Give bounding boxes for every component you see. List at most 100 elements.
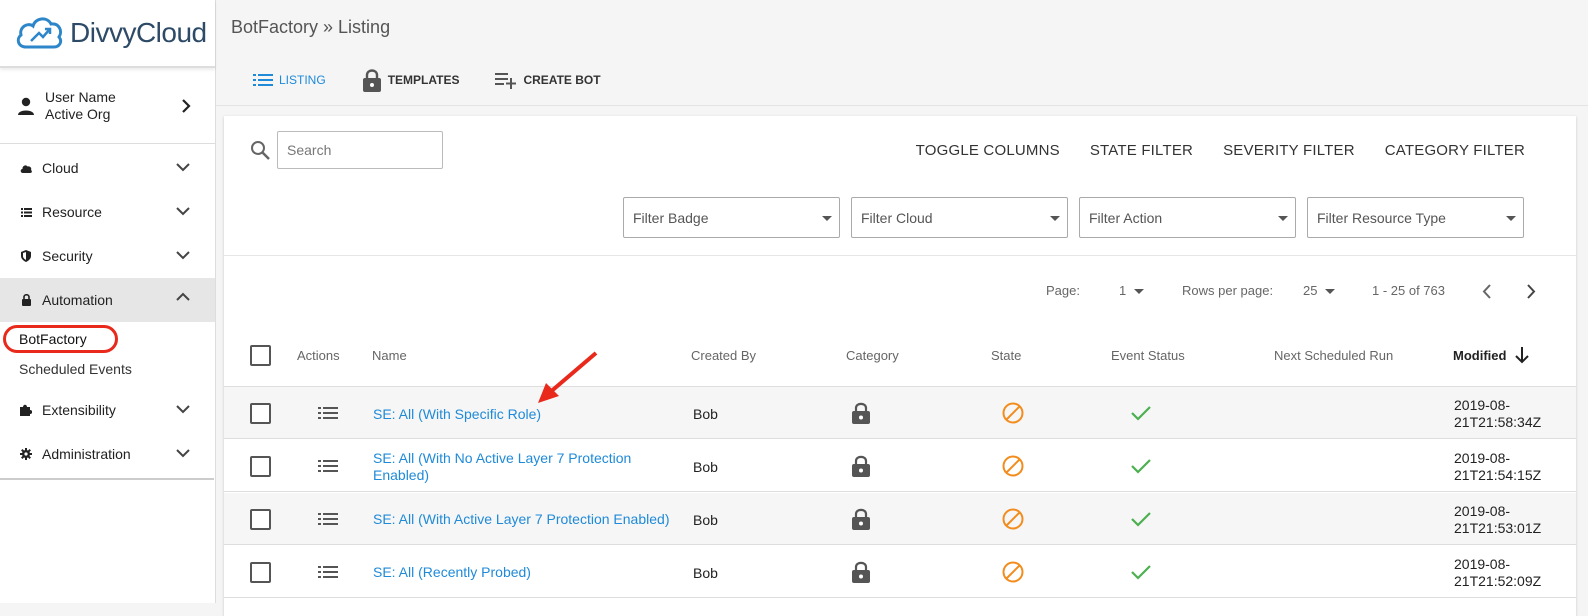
category-filter-button[interactable]: CATEGORY FILTER bbox=[1385, 142, 1525, 159]
created-by: Bob bbox=[693, 406, 718, 422]
user-name: User Name bbox=[45, 88, 116, 105]
rows-per-page-select[interactable]: 25 bbox=[1303, 283, 1336, 298]
bot-name-link[interactable]: SE: All (Recently Probed) bbox=[373, 564, 673, 581]
playlist-add-icon bbox=[495, 73, 517, 89]
lock-icon bbox=[852, 402, 870, 424]
filter-cloud-select[interactable]: Filter Cloud bbox=[851, 197, 1068, 238]
search-input[interactable] bbox=[277, 131, 443, 169]
arrow-down-icon[interactable] bbox=[1514, 346, 1530, 364]
caret-down-icon bbox=[1278, 216, 1288, 221]
caret-down-icon bbox=[1506, 216, 1516, 221]
caret-down-icon bbox=[1050, 216, 1060, 221]
modified-date-part: 2019-08- bbox=[1454, 503, 1511, 519]
chevron-right-icon[interactable] bbox=[181, 98, 191, 114]
row-checkbox[interactable] bbox=[250, 403, 271, 424]
modified-time-part: 21T21:54:15Z bbox=[1454, 467, 1542, 483]
list-icon bbox=[20, 206, 32, 218]
check-icon bbox=[1131, 406, 1151, 421]
table-row[interactable]: SE: All (Recently Probed) Bob 2019-08- 21… bbox=[224, 546, 1576, 598]
cloud-logo-icon bbox=[16, 17, 63, 49]
bot-name-link[interactable]: SE: All (With Specific Role) bbox=[373, 406, 643, 423]
tab-templates[interactable]: TEMPLATES bbox=[362, 68, 459, 92]
sidebar-item-resource[interactable]: Resource bbox=[0, 190, 215, 234]
column-header-modified[interactable]: Modified bbox=[1453, 348, 1506, 363]
column-header-event-status[interactable]: Event Status bbox=[1111, 348, 1185, 363]
row-checkbox[interactable] bbox=[250, 456, 271, 477]
table-row[interactable]: SE: All (With Active Layer 7 Protection … bbox=[224, 493, 1576, 545]
actions-menu-icon[interactable] bbox=[318, 406, 338, 420]
tab-listing[interactable]: LISTING bbox=[253, 73, 326, 87]
chevron-right-icon[interactable] bbox=[1526, 284, 1536, 299]
filter-label: Filter Action bbox=[1089, 209, 1163, 226]
breadcrumb: BotFactory » Listing bbox=[231, 17, 391, 37]
chevron-down-icon bbox=[176, 251, 190, 260]
toggle-columns-button[interactable]: TOGGLE COLUMNS bbox=[916, 142, 1060, 159]
row-checkbox[interactable] bbox=[250, 562, 271, 583]
state-disabled-icon bbox=[1002, 508, 1024, 530]
filter-badge-select[interactable]: Filter Badge bbox=[623, 197, 840, 238]
tab-create-bot[interactable]: CREATE BOT bbox=[495, 71, 601, 89]
page-label: Page: bbox=[1046, 283, 1080, 298]
column-header-state[interactable]: State bbox=[991, 348, 1021, 363]
sidebar-subitem-scheduled-events[interactable]: Scheduled Events bbox=[0, 354, 215, 384]
table-row[interactable]: SE: All (With Specific Role) Bob 2019-08… bbox=[224, 387, 1576, 439]
severity-filter-button[interactable]: SEVERITY FILTER bbox=[1223, 142, 1355, 159]
filter-resource-type-select[interactable]: Filter Resource Type bbox=[1307, 197, 1524, 238]
modified-date-part: 2019-08- bbox=[1454, 556, 1511, 572]
sidebar-subitem-label: BotFactory bbox=[19, 331, 87, 347]
sidebar-item-label: Automation bbox=[42, 292, 113, 308]
modified-time-part: 21T21:52:09Z bbox=[1454, 573, 1542, 589]
actions-menu-icon[interactable] bbox=[318, 512, 338, 526]
page-value: 1 bbox=[1119, 283, 1127, 298]
user-menu[interactable]: User Name Active Org bbox=[0, 68, 215, 144]
modified-date: 2019-08- 21T21:54:15Z bbox=[1454, 450, 1541, 484]
sidebar-item-extensibility[interactable]: Extensibility bbox=[0, 388, 215, 432]
sidebar-item-automation[interactable]: Automation bbox=[0, 278, 215, 322]
logo-text: DivvyCloud bbox=[70, 17, 207, 48]
row-checkbox[interactable] bbox=[250, 509, 271, 530]
sidebar-subitem-label: Scheduled Events bbox=[19, 361, 132, 377]
page-select[interactable]: 1 bbox=[1119, 283, 1145, 298]
select-all-checkbox[interactable] bbox=[250, 345, 271, 366]
actions-menu-icon[interactable] bbox=[318, 459, 338, 473]
bot-name-link[interactable]: SE: All (With No Active Layer 7 Protecti… bbox=[373, 450, 643, 484]
sidebar-subitem-botfactory[interactable]: BotFactory bbox=[0, 324, 215, 354]
caret-down-icon bbox=[822, 216, 832, 221]
chevron-up-icon bbox=[176, 292, 190, 301]
sidebar-item-administration[interactable]: Administration bbox=[0, 432, 215, 476]
column-header-created-by[interactable]: Created By bbox=[691, 348, 756, 363]
state-filter-button[interactable]: STATE FILTER bbox=[1090, 142, 1193, 159]
filter-label: Filter Resource Type bbox=[1317, 209, 1446, 226]
chevron-down-icon bbox=[176, 207, 190, 216]
created-by: Bob bbox=[693, 565, 718, 581]
bot-name-link[interactable]: SE: All (With Active Layer 7 Protection … bbox=[373, 511, 673, 528]
divider bbox=[216, 105, 1588, 106]
sidebar-item-label: Cloud bbox=[42, 160, 79, 176]
logo[interactable]: DivvyCloud bbox=[0, 0, 215, 68]
sidebar-item-security[interactable]: Security bbox=[0, 234, 215, 278]
check-icon bbox=[1131, 512, 1151, 527]
table-row[interactable]: SE: All (With No Active Layer 7 Protecti… bbox=[224, 440, 1576, 492]
page-range: 1 - 25 of 763 bbox=[1372, 283, 1445, 298]
modified-date-part: 2019-08- bbox=[1454, 450, 1511, 466]
column-header-next-scheduled-run[interactable]: Next Scheduled Run bbox=[1274, 348, 1393, 363]
sidebar-item-cloud[interactable]: Cloud bbox=[0, 146, 215, 190]
toolbar-actions: TOGGLE COLUMNS STATE FILTER SEVERITY FIL… bbox=[886, 142, 1525, 159]
column-header-name[interactable]: Name bbox=[372, 348, 407, 363]
chevron-left-icon[interactable] bbox=[1482, 284, 1492, 299]
filter-action-select[interactable]: Filter Action bbox=[1079, 197, 1296, 238]
search-icon bbox=[251, 141, 270, 160]
column-header-category[interactable]: Category bbox=[846, 348, 899, 363]
state-disabled-icon bbox=[1002, 455, 1024, 477]
actions-menu-icon[interactable] bbox=[318, 565, 338, 579]
rows-per-page-label: Rows per page: bbox=[1182, 283, 1274, 298]
divider bbox=[224, 255, 1576, 256]
modified-time-part: 21T21:53:01Z bbox=[1454, 520, 1542, 536]
rows-value: 25 bbox=[1303, 283, 1318, 298]
modified-date: 2019-08- 21T21:53:01Z bbox=[1454, 503, 1541, 537]
gear-icon bbox=[20, 448, 32, 460]
sidebar-item-label: Administration bbox=[42, 446, 131, 462]
caret-down-icon bbox=[1134, 289, 1145, 295]
lock-icon bbox=[852, 455, 870, 477]
filter-label: Filter Cloud bbox=[861, 209, 933, 226]
